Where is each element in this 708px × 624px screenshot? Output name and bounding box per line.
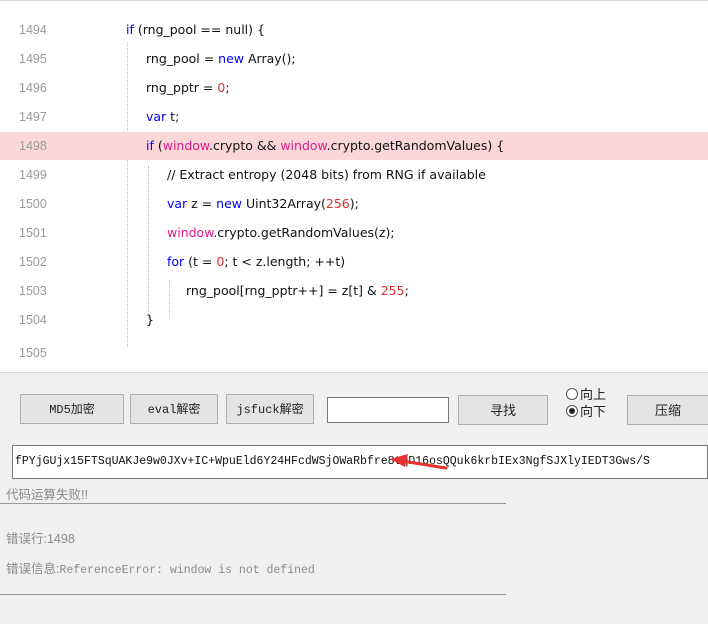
line-number: 1501: [19, 226, 47, 240]
code-text: var z = new Uint32Array(256);: [167, 196, 359, 211]
error-line-label: 错误行:: [6, 532, 47, 546]
code-line: 1495 rng_pool = new Array();: [0, 45, 708, 73]
line-number: 1505: [19, 346, 47, 358]
error-info-label: 错误信息:: [6, 562, 60, 576]
fail-message: 代码运算失败!!: [6, 488, 88, 502]
line-number: 1498: [19, 139, 47, 153]
error-info-value: ReferenceError: window is not defined: [59, 564, 315, 577]
search-input[interactable]: [327, 397, 449, 423]
code-line-error-highlight: 1498 if (window.crypto && window.crypto.…: [0, 132, 708, 160]
line-number: 1497: [19, 110, 47, 124]
code-text: var t;: [146, 109, 180, 124]
code-text: rng_pool = new Array();: [146, 51, 296, 66]
line-number: 1502: [19, 255, 47, 269]
radio-up-circle[interactable]: [566, 388, 578, 400]
tool-panel: MD5加密 eval解密 jsfuck解密 寻找 向上 向下 压缩 fPYjGU…: [0, 372, 708, 624]
code-line: 1500 var z = new Uint32Array(256);: [0, 190, 708, 218]
code-line: 1499 // Extract entropy (2048 bits) from…: [0, 161, 708, 189]
line-number: 1494: [19, 23, 47, 37]
line-number: 1503: [19, 284, 47, 298]
find-button[interactable]: 寻找: [458, 395, 548, 425]
code-line: 1504 }: [0, 306, 708, 334]
error-line-value: 1498: [46, 532, 75, 546]
code-line: 1496 rng_pptr = 0;: [0, 74, 708, 102]
radio-up[interactable]: 向上: [566, 387, 606, 403]
line-number: 1499: [19, 168, 47, 182]
code-text: if (rng_pool == null) {: [126, 22, 265, 37]
eval-decrypt-button[interactable]: eval解密: [130, 394, 218, 424]
radio-down[interactable]: 向下: [566, 404, 606, 420]
code-text: rng_pool[rng_pptr++] = z[t] & 255;: [186, 283, 409, 298]
output-textbox[interactable]: fPYjGUjx15FTSqUAKJe9w0JXv+IC+WpuEld6Y24H…: [12, 445, 708, 479]
radio-down-label: 向下: [580, 404, 607, 419]
line-number: 1504: [19, 313, 47, 327]
code-line: 1497 var t;: [0, 103, 708, 131]
radio-down-circle[interactable]: [566, 405, 578, 417]
red-arrow-icon: [390, 454, 448, 470]
divider: [0, 594, 506, 595]
code-line: 1494 if (rng_pool == null) {: [0, 16, 708, 44]
error-info: 错误信息:ReferenceError: window is not defin…: [6, 558, 315, 577]
code-comment: // Extract entropy (2048 bits) from RNG …: [167, 167, 486, 182]
code-text: if (window.crypto && window.crypto.getRa…: [146, 138, 505, 153]
line-number: 1496: [19, 81, 47, 95]
code-text: window.crypto.getRandomValues(z);: [167, 225, 395, 240]
editor-top-border: [0, 0, 708, 7]
code-text: rng_pptr = 0;: [146, 80, 230, 95]
result-area: 代码运算失败!! 错误行:1498 错误信息:ReferenceError: w…: [0, 482, 708, 624]
divider: [0, 503, 506, 504]
code-line: 1502 for (t = 0; t < z.length; ++t): [0, 248, 708, 276]
code-text: }: [146, 312, 154, 327]
compress-button[interactable]: 压缩: [627, 395, 708, 425]
radio-up-label: 向上: [580, 387, 607, 402]
error-line: 错误行:1498: [6, 528, 75, 547]
code-line: 1503 rng_pool[rng_pptr++] = z[t] & 255;: [0, 277, 708, 305]
line-number: 1495: [19, 52, 47, 66]
md5-encrypt-button[interactable]: MD5加密: [20, 394, 124, 424]
code-editor[interactable]: 1494 if (rng_pool == null) { 1495 rng_po…: [0, 0, 708, 358]
jsfuck-decrypt-button[interactable]: jsfuck解密: [226, 394, 314, 424]
code-text: for (t = 0; t < z.length; ++t): [167, 254, 346, 269]
code-line: 1501 window.crypto.getRandomValues(z);: [0, 219, 708, 247]
line-number: 1500: [19, 197, 47, 211]
